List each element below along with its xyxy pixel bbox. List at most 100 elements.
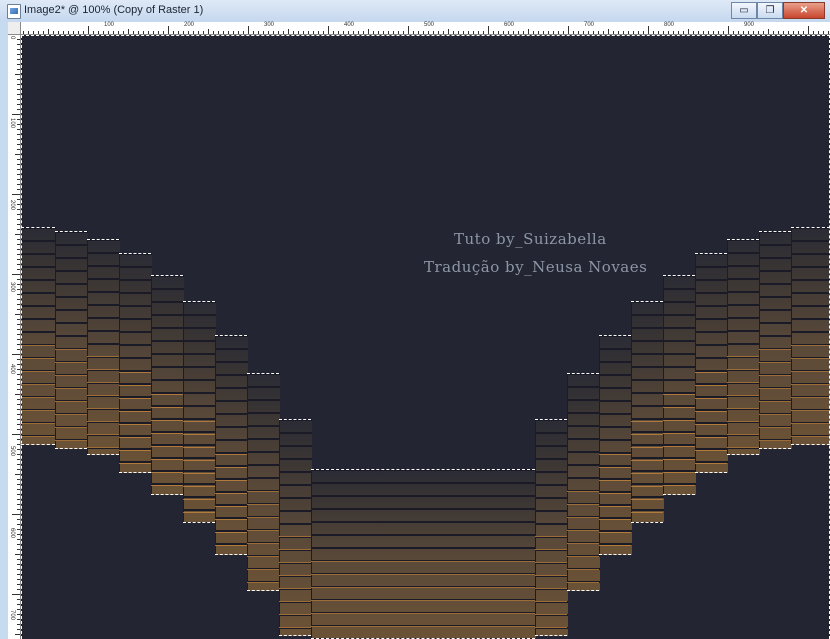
ruler-tick bbox=[17, 544, 20, 545]
ruler-tick bbox=[17, 269, 20, 270]
ruler-tick bbox=[248, 26, 249, 34]
ruler-tick bbox=[93, 31, 94, 34]
ruler-tick bbox=[17, 559, 20, 560]
ruler-tick bbox=[17, 504, 20, 505]
ruler-tick bbox=[323, 31, 324, 34]
minimize-button[interactable]: ▭ bbox=[731, 2, 757, 19]
ruler-tick bbox=[178, 31, 179, 34]
ruler-tick bbox=[12, 434, 20, 435]
ruler-label: 200 bbox=[9, 200, 15, 211]
ruler-tick bbox=[523, 31, 524, 34]
ruler-tick bbox=[408, 26, 409, 34]
ruler-tick bbox=[17, 484, 20, 485]
ruler-tick bbox=[498, 31, 499, 34]
ruler-tick bbox=[17, 569, 20, 570]
ruler-tick bbox=[17, 124, 20, 125]
ruler-tick bbox=[17, 479, 20, 480]
ruler-tick bbox=[828, 31, 829, 34]
vertical-ruler[interactable]: 0 100 200 300 400 500 600 700 bbox=[8, 34, 21, 639]
image-window: Image2* @ 100% (Copy of Raster 1) ▭ ❐ ✕ … bbox=[0, 0, 830, 639]
ruler-tick bbox=[618, 31, 619, 34]
ruler-tick bbox=[98, 31, 99, 34]
ruler-tick bbox=[813, 31, 814, 34]
ruler-tick bbox=[493, 31, 494, 34]
ruler-tick bbox=[17, 204, 20, 205]
ruler-tick bbox=[263, 31, 264, 34]
ruler-tick bbox=[173, 31, 174, 34]
ruler-tick bbox=[17, 169, 20, 170]
ruler-tick bbox=[183, 31, 184, 34]
ruler-tick bbox=[658, 31, 659, 34]
title-bar[interactable]: Image2* @ 100% (Copy of Raster 1) ▭ ❐ ✕ bbox=[0, 0, 830, 23]
ruler-label: 100 bbox=[9, 118, 15, 129]
ruler-tick bbox=[413, 31, 414, 34]
ruler-tick bbox=[588, 31, 589, 34]
image-document-icon bbox=[7, 4, 21, 19]
ruler-tick bbox=[17, 454, 20, 455]
ruler-tick bbox=[17, 459, 20, 460]
ruler-tick bbox=[103, 31, 104, 34]
ruler-tick bbox=[17, 304, 20, 305]
ruler-tick bbox=[463, 31, 464, 34]
ruler-tick bbox=[578, 31, 579, 34]
horizontal-ruler[interactable]: 100 200 300 400 500 600 700 800 900 bbox=[8, 22, 830, 35]
ruler-tick bbox=[513, 31, 514, 34]
ruler-tick bbox=[17, 364, 20, 365]
ruler-tick bbox=[278, 31, 279, 34]
ruler-tick bbox=[663, 31, 664, 34]
ruler-tick bbox=[17, 199, 20, 200]
ruler-tick bbox=[12, 594, 20, 595]
ruler-tick bbox=[258, 31, 259, 34]
ruler-tick bbox=[803, 31, 804, 34]
close-button[interactable]: ✕ bbox=[783, 2, 825, 19]
ruler-tick bbox=[17, 424, 20, 425]
ruler-tick bbox=[548, 31, 549, 34]
canvas-selection-border bbox=[21, 35, 830, 639]
ruler-tick bbox=[17, 444, 20, 445]
ruler-tick bbox=[568, 26, 569, 34]
ruler-tick bbox=[653, 31, 654, 34]
ruler-tick bbox=[223, 31, 224, 34]
ruler-tick bbox=[17, 609, 20, 610]
ruler-tick bbox=[15, 394, 20, 395]
ruler-tick bbox=[353, 31, 354, 34]
ruler-tick bbox=[673, 31, 674, 34]
ruler-tick bbox=[228, 31, 229, 34]
image-canvas[interactable]: Tuto by_Suizabella Tradução by_Neusa Nov… bbox=[21, 35, 830, 639]
ruler-tick bbox=[17, 299, 20, 300]
ruler-tick bbox=[558, 31, 559, 34]
ruler-tick bbox=[448, 29, 449, 34]
ruler-tick bbox=[17, 469, 20, 470]
ruler-tick bbox=[17, 104, 20, 105]
ruler-tick bbox=[688, 29, 689, 34]
ruler-tick bbox=[17, 359, 20, 360]
restore-button[interactable]: ❐ bbox=[757, 2, 783, 19]
ruler-tick bbox=[78, 31, 79, 34]
ruler-tick bbox=[348, 31, 349, 34]
ruler-tick bbox=[598, 31, 599, 34]
ruler-tick bbox=[693, 31, 694, 34]
ruler-tick bbox=[643, 31, 644, 34]
ruler-tick bbox=[703, 31, 704, 34]
ruler-tick bbox=[17, 209, 20, 210]
ruler-tick bbox=[573, 31, 574, 34]
ruler-tick bbox=[17, 159, 20, 160]
ruler-tick bbox=[708, 31, 709, 34]
ruler-tick bbox=[563, 31, 564, 34]
ruler-tick bbox=[38, 31, 39, 34]
ruler-tick bbox=[12, 354, 20, 355]
ruler-tick bbox=[17, 414, 20, 415]
ruler-tick bbox=[15, 314, 20, 315]
ruler-tick bbox=[603, 31, 604, 34]
ruler-tick bbox=[753, 31, 754, 34]
ruler-tick bbox=[328, 26, 329, 34]
ruler-tick bbox=[88, 26, 89, 34]
ruler-tick bbox=[793, 31, 794, 34]
ruler-tick bbox=[488, 26, 489, 34]
ruler-tick bbox=[17, 164, 20, 165]
ruler-tick bbox=[298, 31, 299, 34]
ruler-label: 600 bbox=[9, 528, 15, 539]
ruler-tick bbox=[713, 31, 714, 34]
ruler-tick bbox=[728, 26, 729, 34]
ruler-tick bbox=[17, 244, 20, 245]
